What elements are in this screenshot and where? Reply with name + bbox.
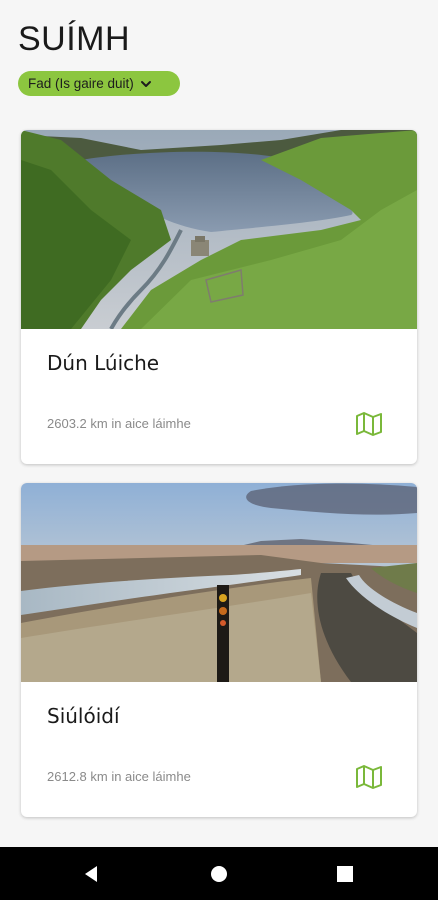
chevron-down-icon xyxy=(140,80,151,87)
site-name: Dún Lúiche xyxy=(47,351,160,375)
site-card[interactable]: Siúlóidí 2612.8 km in aice láimhe xyxy=(21,483,417,817)
site-image xyxy=(21,130,417,329)
system-navigation-bar xyxy=(0,847,438,900)
sort-dropdown[interactable]: Fad (Is gaire duit) xyxy=(18,71,180,96)
recent-square-icon[interactable] xyxy=(334,863,356,885)
site-card[interactable]: Dún Lúiche 2603.2 km in aice láimhe xyxy=(21,130,417,464)
site-distance: 2612.8 km in aice láimhe xyxy=(47,769,191,784)
site-image xyxy=(21,483,417,682)
site-name: Siúlóidí xyxy=(47,704,120,728)
map-icon[interactable] xyxy=(355,411,383,437)
map-icon[interactable] xyxy=(355,764,383,790)
home-circle-icon[interactable] xyxy=(208,863,230,885)
site-distance: 2603.2 km in aice láimhe xyxy=(47,416,191,431)
page-title: SUÍMH xyxy=(18,20,131,58)
sort-label: Fad (Is gaire duit) xyxy=(28,76,134,91)
back-triangle-icon[interactable] xyxy=(80,863,102,885)
